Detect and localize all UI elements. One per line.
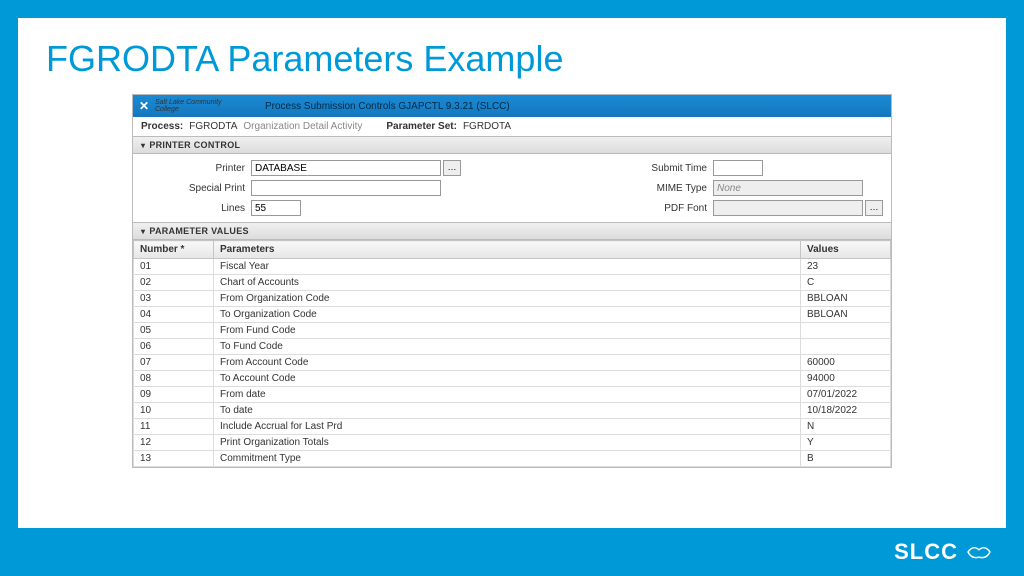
section-printer-label: PRINTER CONTROL bbox=[149, 140, 240, 150]
cell-number[interactable]: 03 bbox=[134, 291, 214, 307]
printer-lookup-button[interactable]: … bbox=[443, 160, 461, 176]
cell-value[interactable]: BBLOAN bbox=[801, 307, 891, 323]
process-label: Process: bbox=[141, 121, 183, 132]
cell-parameter[interactable]: From date bbox=[214, 387, 801, 403]
footer-brand: SLCC bbox=[894, 539, 994, 565]
table-row[interactable]: 01Fiscal Year23 bbox=[134, 259, 891, 275]
lines-label: Lines bbox=[141, 203, 251, 214]
cell-value[interactable]: 60000 bbox=[801, 355, 891, 371]
app-titlebar: ✕ Salt Lake Community College Process Su… bbox=[133, 95, 891, 117]
cell-value[interactable] bbox=[801, 323, 891, 339]
cell-value[interactable] bbox=[801, 339, 891, 355]
section-parameter-values[interactable]: ▾ PARAMETER VALUES bbox=[133, 222, 891, 240]
printer-label: Printer bbox=[141, 163, 251, 174]
pdf-font-lookup-button[interactable]: … bbox=[865, 200, 883, 216]
cell-parameter[interactable]: Include Accrual for Last Prd bbox=[214, 419, 801, 435]
cell-value[interactable]: 07/01/2022 bbox=[801, 387, 891, 403]
col-parameters[interactable]: Parameters bbox=[214, 241, 801, 259]
cell-value[interactable]: BBLOAN bbox=[801, 291, 891, 307]
cell-number[interactable]: 01 bbox=[134, 259, 214, 275]
cell-parameter[interactable]: To Account Code bbox=[214, 371, 801, 387]
section-printer-control[interactable]: ▾ PRINTER CONTROL bbox=[133, 136, 891, 154]
table-row[interactable]: 05From Fund Code bbox=[134, 323, 891, 339]
col-values[interactable]: Values bbox=[801, 241, 891, 259]
table-row[interactable]: 10To date10/18/2022 bbox=[134, 403, 891, 419]
cell-number[interactable]: 02 bbox=[134, 275, 214, 291]
table-row[interactable]: 12Print Organization TotalsY bbox=[134, 435, 891, 451]
table-row[interactable]: 02Chart of AccountsC bbox=[134, 275, 891, 291]
lion-icon bbox=[964, 541, 994, 563]
footer-brand-text: SLCC bbox=[894, 539, 958, 565]
cell-number[interactable]: 06 bbox=[134, 339, 214, 355]
cell-value[interactable]: 23 bbox=[801, 259, 891, 275]
special-print-input[interactable] bbox=[251, 180, 441, 196]
special-print-label: Special Print bbox=[141, 183, 251, 194]
paramset-label: Parameter Set: bbox=[386, 121, 457, 132]
submit-time-input[interactable] bbox=[713, 160, 763, 176]
college-logo: Salt Lake Community College bbox=[155, 95, 225, 117]
cell-number[interactable]: 11 bbox=[134, 419, 214, 435]
cell-number[interactable]: 09 bbox=[134, 387, 214, 403]
pdf-font-input[interactable] bbox=[713, 200, 863, 216]
parameter-table: Number * Parameters Values 01Fiscal Year… bbox=[133, 240, 891, 467]
col-number[interactable]: Number * bbox=[134, 241, 214, 259]
cell-parameter[interactable]: Print Organization Totals bbox=[214, 435, 801, 451]
cell-parameter[interactable]: Chart of Accounts bbox=[214, 275, 801, 291]
cell-number[interactable]: 04 bbox=[134, 307, 214, 323]
close-icon[interactable]: ✕ bbox=[133, 95, 155, 117]
lines-input[interactable] bbox=[251, 200, 301, 216]
chevron-down-icon: ▾ bbox=[141, 141, 145, 150]
printer-form: Printer … Submit Time Special Print MIME… bbox=[133, 154, 891, 222]
table-row[interactable]: 13Commitment TypeB bbox=[134, 451, 891, 467]
table-row[interactable]: 11Include Accrual for Last PrdN bbox=[134, 419, 891, 435]
cell-value[interactable]: C bbox=[801, 275, 891, 291]
cell-value[interactable]: Y bbox=[801, 435, 891, 451]
meta-row: Process: FGRODTA Organization Detail Act… bbox=[133, 117, 891, 136]
cell-parameter[interactable]: From Fund Code bbox=[214, 323, 801, 339]
cell-number[interactable]: 13 bbox=[134, 451, 214, 467]
process-desc: Organization Detail Activity bbox=[243, 121, 362, 132]
cell-number[interactable]: 08 bbox=[134, 371, 214, 387]
slide-card: FGRODTA Parameters Example ✕ Salt Lake C… bbox=[18, 18, 1006, 528]
cell-value[interactable]: N bbox=[801, 419, 891, 435]
cell-parameter[interactable]: To date bbox=[214, 403, 801, 419]
mime-type-label: MIME Type bbox=[603, 183, 713, 194]
cell-value[interactable]: 94000 bbox=[801, 371, 891, 387]
table-row[interactable]: 09From date07/01/2022 bbox=[134, 387, 891, 403]
app-window: ✕ Salt Lake Community College Process Su… bbox=[132, 94, 892, 468]
cell-number[interactable]: 12 bbox=[134, 435, 214, 451]
cell-value[interactable]: 10/18/2022 bbox=[801, 403, 891, 419]
table-row[interactable]: 06To Fund Code bbox=[134, 339, 891, 355]
section-parameter-label: PARAMETER VALUES bbox=[149, 226, 248, 236]
submit-time-label: Submit Time bbox=[603, 163, 713, 174]
paramset-value: FGRDOTA bbox=[463, 121, 511, 132]
window-title: Process Submission Controls GJAPCTL 9.3.… bbox=[225, 101, 891, 112]
table-row[interactable]: 07From Account Code60000 bbox=[134, 355, 891, 371]
cell-parameter[interactable]: To Organization Code bbox=[214, 307, 801, 323]
cell-number[interactable]: 05 bbox=[134, 323, 214, 339]
cell-parameter[interactable]: To Fund Code bbox=[214, 339, 801, 355]
cell-parameter[interactable]: From Account Code bbox=[214, 355, 801, 371]
cell-number[interactable]: 07 bbox=[134, 355, 214, 371]
chevron-down-icon: ▾ bbox=[141, 227, 145, 236]
cell-parameter[interactable]: From Organization Code bbox=[214, 291, 801, 307]
table-row[interactable]: 08To Account Code94000 bbox=[134, 371, 891, 387]
process-value: FGRODTA bbox=[189, 121, 237, 132]
table-row[interactable]: 03From Organization CodeBBLOAN bbox=[134, 291, 891, 307]
table-row[interactable]: 04To Organization CodeBBLOAN bbox=[134, 307, 891, 323]
slide-title: FGRODTA Parameters Example bbox=[46, 38, 978, 80]
mime-type-input[interactable] bbox=[713, 180, 863, 196]
cell-value[interactable]: B bbox=[801, 451, 891, 467]
pdf-font-label: PDF Font bbox=[603, 203, 713, 214]
cell-parameter[interactable]: Fiscal Year bbox=[214, 259, 801, 275]
cell-number[interactable]: 10 bbox=[134, 403, 214, 419]
printer-input[interactable] bbox=[251, 160, 441, 176]
cell-parameter[interactable]: Commitment Type bbox=[214, 451, 801, 467]
slide-footer: SLCC bbox=[0, 528, 1024, 576]
